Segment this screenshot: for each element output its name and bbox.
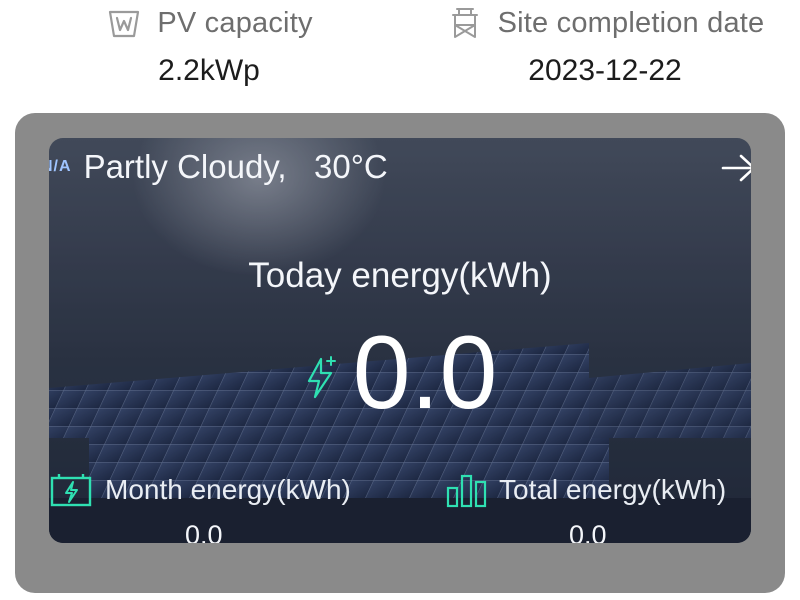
today-energy-value: 0.0 xyxy=(352,315,498,431)
today-energy-title: Today energy(kWh) xyxy=(248,256,552,295)
pv-capacity-stat: PV capacity 2.2kWp xyxy=(84,0,334,88)
pv-capacity-label: PV capacity xyxy=(157,6,313,39)
bar-chart-icon xyxy=(445,472,489,508)
total-energy-label: Total energy(kWh) xyxy=(499,474,727,505)
battery-charge-icon xyxy=(49,472,93,508)
weather-text: Partly Cloudy, 30°C xyxy=(83,148,388,185)
pv-capacity-header: PV capacity xyxy=(105,0,312,46)
weather-row: N/A Partly Cloudy, 30°C xyxy=(49,148,388,186)
weather-badge: N/A xyxy=(49,158,72,175)
pv-capacity-value: 2.2kWp xyxy=(158,54,260,87)
month-energy-label: Month energy(kWh) xyxy=(105,474,351,505)
lightning-icon xyxy=(303,355,339,399)
modal-overlay[interactable]: N/A Partly Cloudy, 30°C Today energy(kWh… xyxy=(15,113,785,593)
month-energy-stat: Month energy(kWh) xyxy=(49,472,351,508)
site-completion-value: 2023-12-22 xyxy=(528,54,682,87)
site-completion-header: Site completion date xyxy=(446,0,765,46)
total-energy-value: 0.0 xyxy=(569,520,607,543)
arrow-right-icon[interactable] xyxy=(719,150,751,186)
month-energy-value: 0.0 xyxy=(185,520,223,543)
site-building-icon xyxy=(446,4,484,42)
site-completion-label: Site completion date xyxy=(497,6,765,39)
energy-card[interactable]: N/A Partly Cloudy, 30°C Today energy(kWh… xyxy=(49,138,751,543)
pv-panel-icon xyxy=(105,4,143,42)
today-energy-row: 0.0 xyxy=(49,318,751,428)
site-completion-stat: Site completion date 2023-12-22 xyxy=(430,0,780,88)
total-energy-stat: Total energy(kWh) xyxy=(445,472,726,508)
